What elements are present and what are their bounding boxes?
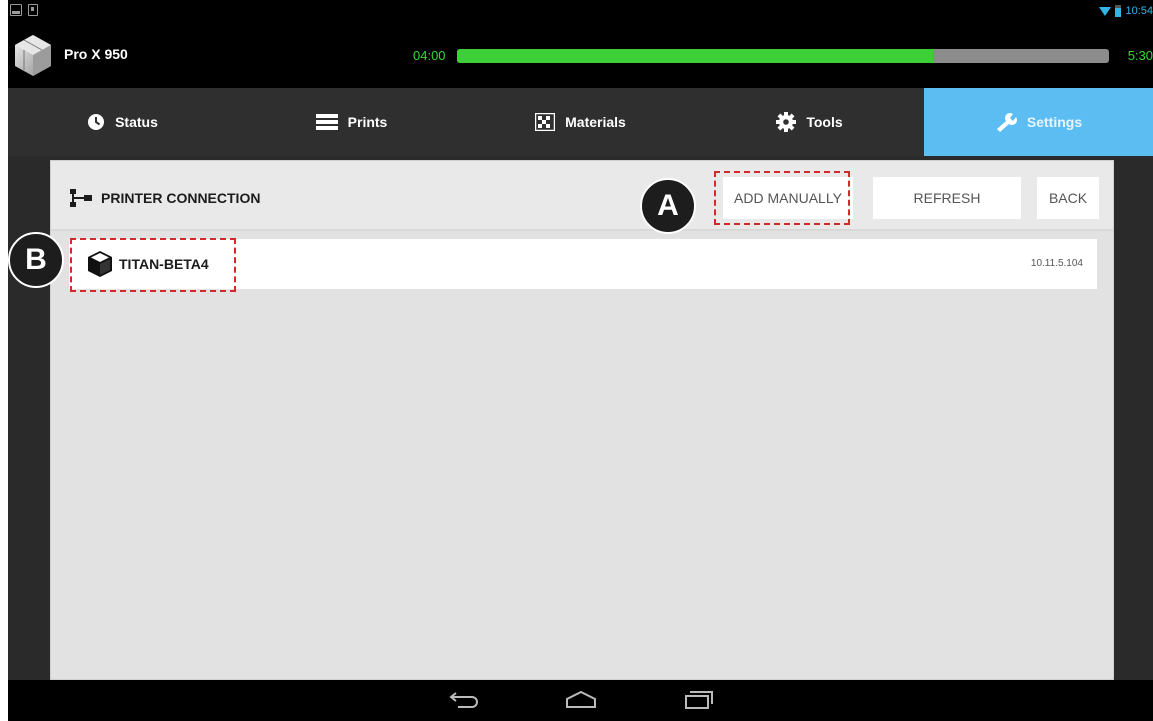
annotation-box-a	[714, 171, 850, 225]
tab-tools-label: Tools	[806, 114, 843, 130]
panel-toolbar: PRINTER CONNECTION ADD MANUALLY REFRESH …	[51, 161, 1113, 231]
sd-card-notification-icon	[28, 4, 38, 16]
status-indicators: 10:54	[1099, 2, 1153, 20]
time-elapsed: 04:00	[413, 48, 446, 63]
app-header: Pro X 950 04:00 5:30	[8, 22, 1153, 88]
list-icon	[315, 114, 338, 130]
annotation-box-b	[70, 238, 236, 292]
main-tabs: Status Prints Materials Tools Settings	[8, 88, 1153, 156]
tab-prints[interactable]: Prints	[237, 88, 466, 156]
tab-settings[interactable]: Settings	[924, 88, 1153, 156]
clock: 10:54	[1125, 5, 1153, 17]
callout-a: A	[640, 178, 696, 234]
tab-materials-label: Materials	[565, 114, 626, 130]
tab-status[interactable]: Status	[8, 88, 237, 156]
tablet-screen: 10:54 Pro X 950 04:00 5:30 Status Prints…	[8, 0, 1153, 721]
print-progress-fill	[457, 49, 933, 63]
status-bar: 10:54	[8, 0, 1153, 22]
screenshot-notification-icon	[10, 4, 22, 16]
print-progress-bar	[457, 49, 1109, 63]
home-icon[interactable]	[564, 690, 598, 710]
tab-prints-label: Prints	[347, 114, 388, 130]
time-total: 5:30	[1127, 48, 1153, 63]
tab-materials[interactable]: Materials	[466, 88, 695, 156]
refresh-button[interactable]: REFRESH	[873, 177, 1021, 219]
clock-icon	[88, 114, 105, 130]
tab-tools[interactable]: Tools	[695, 88, 924, 156]
printer-name: Pro X 950	[64, 46, 128, 62]
tab-settings-label: Settings	[1026, 114, 1083, 130]
panel-title: PRINTER CONNECTION	[69, 188, 260, 208]
printer-list-item-ip: 10.11.5.104	[1030, 258, 1083, 269]
back-icon[interactable]	[448, 690, 482, 710]
tab-status-label: Status	[115, 114, 158, 130]
recents-icon[interactable]	[682, 690, 716, 710]
wrench-icon	[996, 113, 1017, 132]
panel-title-text: PRINTER CONNECTION	[101, 190, 261, 206]
network-connection-icon	[70, 189, 92, 207]
battery-icon	[1115, 5, 1122, 17]
system-nav-bar	[8, 680, 1153, 721]
checker-icon	[535, 113, 556, 131]
callout-b: B	[8, 232, 64, 288]
gear-icon	[776, 112, 797, 132]
back-button[interactable]: BACK	[1037, 177, 1099, 219]
wifi-icon	[1099, 6, 1112, 16]
printer-cube-icon	[15, 35, 51, 76]
